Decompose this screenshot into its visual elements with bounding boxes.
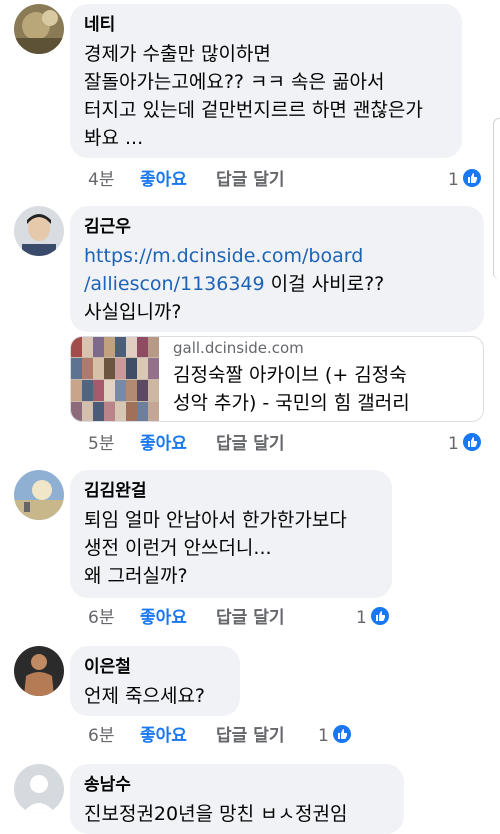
like-button[interactable]: 좋아요 [140, 432, 187, 456]
reaction-summary[interactable]: 1 [448, 168, 481, 192]
comment-text: 언제 죽으세요? [84, 685, 206, 707]
link-preview-card[interactable]: gall.dcinside.com 김정숙짤 아카이브 (+ 김정숙 성악 추가… [70, 336, 484, 422]
comment-actions: 6분 좋아요 답글 달기 [88, 724, 308, 748]
comment-author[interactable]: 송남수 [84, 774, 390, 796]
comment-author[interactable]: 이은철 [84, 656, 226, 678]
comment-text: 진보정권20년을 망친 ㅂㅅ정권임 [84, 803, 348, 825]
thumbs-up-icon [462, 169, 481, 187]
comment-actions: 5분 좋아요 답글 달기 [88, 432, 388, 456]
comment-time[interactable]: 6분 [88, 606, 114, 630]
comment-bubble: 송남수 진보정권20년을 망친 ㅂㅅ정권임 [70, 764, 404, 834]
like-button[interactable]: 좋아요 [140, 606, 187, 630]
comment-author[interactable]: 김김완걸 [84, 480, 378, 502]
comment-actions: 6분 좋아요 답글 달기 [88, 606, 348, 630]
comment-actions: 4분 좋아요 답글 달기 [88, 168, 388, 192]
comment-bubble: 김근우 https://m.dcinside.com/board /allies… [70, 206, 484, 332]
like-button[interactable]: 좋아요 [140, 724, 187, 748]
scrollbar[interactable] [493, 118, 500, 279]
avatar[interactable] [14, 206, 64, 256]
reaction-count: 1 [318, 726, 329, 746]
comment-bubble: 네티 경제가 수출만 많이하면 잘돌아가는고에요?? ㅋㅋ 속은 곪아서 터지고… [70, 4, 462, 158]
avatar[interactable] [14, 470, 64, 520]
like-button[interactable]: 좋아요 [140, 168, 187, 192]
comment-time[interactable]: 5분 [88, 432, 114, 456]
thumbs-up-icon [462, 433, 481, 451]
reaction-count: 1 [448, 434, 459, 454]
comment-bubble: 김김완걸 퇴임 얼마 안남아서 한가한가보다 생전 이런거 안쓰더니... 왜 … [70, 470, 392, 598]
comment-author[interactable]: 김근우 [84, 216, 470, 238]
comment-time[interactable]: 4분 [88, 168, 114, 192]
reaction-summary[interactable]: 1 [318, 724, 351, 748]
comment-text: https://m.dcinside.com/board /alliescon/… [84, 242, 470, 326]
avatar[interactable] [14, 646, 64, 696]
comment-bubble: 이은철 언제 죽으세요? [70, 646, 240, 716]
reply-button[interactable]: 답글 달기 [216, 724, 284, 748]
reply-button[interactable]: 답글 달기 [216, 168, 284, 192]
thumbs-up-icon [370, 607, 389, 625]
comment-time[interactable]: 6분 [88, 724, 114, 748]
reaction-count: 1 [356, 608, 367, 628]
avatar[interactable] [14, 4, 64, 54]
comment-text: 퇴임 얼마 안남아서 한가한가보다 생전 이런거 안쓰더니... 왜 그러실까? [84, 509, 347, 587]
link-preview-domain: gall.dcinside.com [173, 339, 304, 357]
reply-button[interactable]: 답글 달기 [216, 432, 284, 456]
avatar-placeholder[interactable] [14, 764, 64, 814]
link-preview-thumbnail [71, 337, 159, 421]
comment-author[interactable]: 네티 [84, 14, 448, 36]
comment-text: 경제가 수출만 많이하면 잘돌아가는고에요?? ㅋㅋ 속은 곪아서 터지고 있는… [84, 43, 423, 149]
reply-button[interactable]: 답글 달기 [216, 606, 284, 630]
reaction-summary[interactable]: 1 [448, 432, 481, 456]
link-preview-title: 김정숙짤 아카이브 (+ 김정숙 성악 추가) - 국민의 힘 갤러리 [173, 364, 410, 414]
thumbs-up-icon [332, 725, 351, 743]
reaction-summary[interactable]: 1 [356, 606, 389, 630]
reaction-count: 1 [448, 170, 459, 190]
